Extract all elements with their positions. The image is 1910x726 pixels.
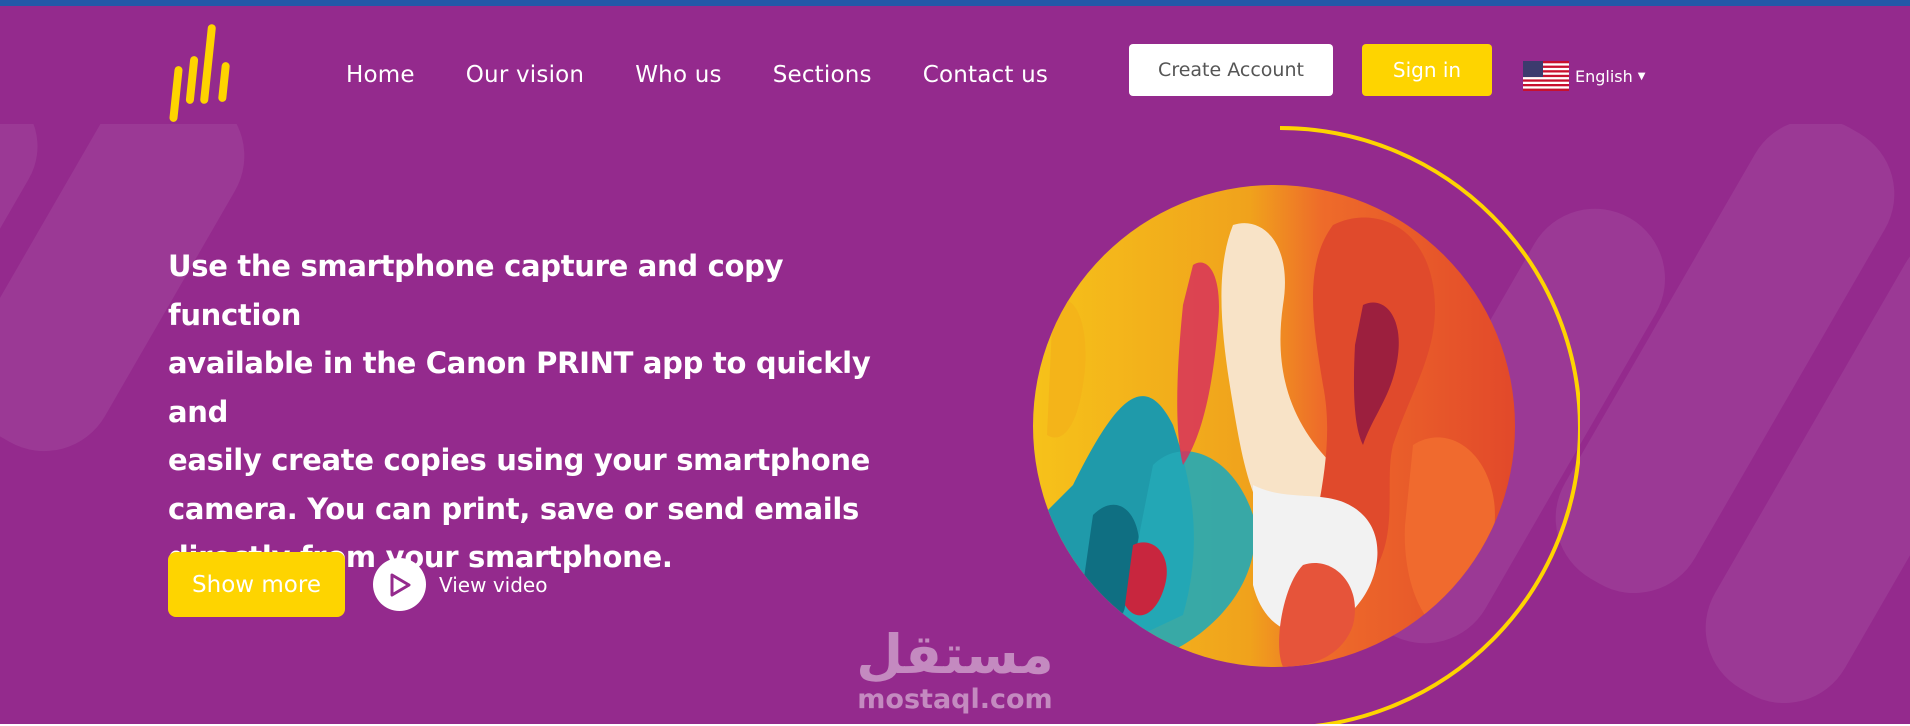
headline-line: camera. You can print, save or send emai… xyxy=(168,491,860,526)
play-icon[interactable] xyxy=(373,558,426,611)
page: Home Our vision Who us Sections Contact … xyxy=(0,0,1910,726)
sign-in-button[interactable]: Sign in xyxy=(1362,44,1492,96)
language-selector[interactable]: English ▼ xyxy=(1523,61,1645,91)
caret-down-icon: ▼ xyxy=(1637,70,1646,82)
nav-item-contact-us[interactable]: Contact us xyxy=(923,62,1048,88)
watermark-latin: mostaql.com xyxy=(857,684,1053,715)
view-video-link[interactable]: View video xyxy=(373,558,547,611)
main-nav: Home Our vision Who us Sections Contact … xyxy=(346,62,1099,88)
create-account-button[interactable]: Create Account xyxy=(1129,44,1333,96)
headline-line: Use the smartphone capture and copy func… xyxy=(168,249,784,332)
nav-item-who-us[interactable]: Who us xyxy=(635,62,721,88)
bars-logo-icon[interactable] xyxy=(168,22,236,126)
us-flag-icon xyxy=(1523,61,1569,91)
watermark-arabic: مستقل xyxy=(856,623,1054,686)
site-header: Home Our vision Who us Sections Contact … xyxy=(0,6,1910,124)
nav-item-sections[interactable]: Sections xyxy=(773,62,872,88)
language-label: English xyxy=(1575,66,1633,86)
hero-section: Home Our vision Who us Sections Contact … xyxy=(0,6,1910,724)
view-video-label: View video xyxy=(439,572,548,597)
abstract-painting-image xyxy=(1033,185,1515,667)
mostaql-watermark: مستقل mostaql.com xyxy=(855,623,1055,716)
headline-line: available in the Canon PRINT app to quic… xyxy=(168,346,871,429)
hero-headline: Use the smartphone capture and copy func… xyxy=(168,242,908,582)
show-more-button[interactable]: Show more xyxy=(168,552,345,617)
nav-item-our-vision[interactable]: Our vision xyxy=(466,62,584,88)
headline-line: easily create copies using your smartpho… xyxy=(168,443,871,477)
nav-item-home[interactable]: Home xyxy=(346,62,415,88)
